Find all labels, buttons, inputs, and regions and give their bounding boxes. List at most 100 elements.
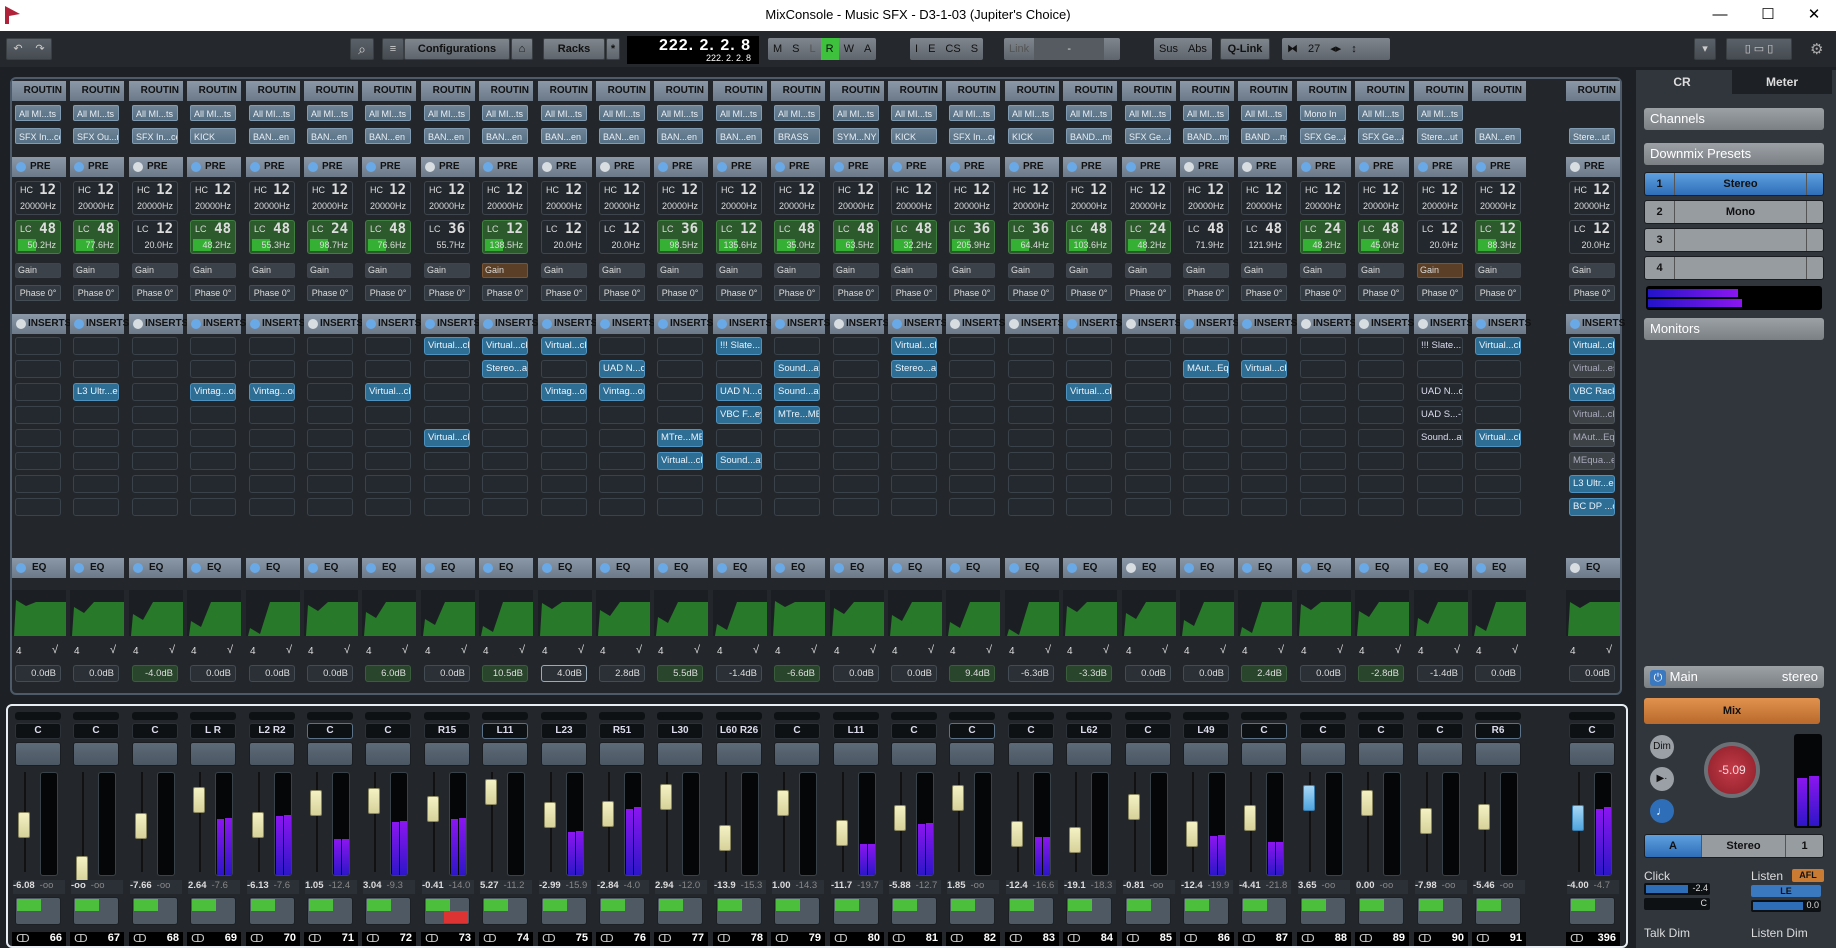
phase-button[interactable]: Phase 0° bbox=[716, 285, 762, 301]
insert-slot[interactable]: Stereo...ay bbox=[482, 360, 528, 378]
eq-curve-display[interactable] bbox=[654, 590, 708, 636]
low-cut-filter[interactable]: LC 24 48.2Hz bbox=[1125, 220, 1171, 254]
phase-button[interactable]: Phase 0° bbox=[1300, 285, 1346, 301]
insert-slot[interactable] bbox=[833, 360, 879, 378]
insert-slot[interactable] bbox=[249, 406, 295, 424]
eq-curve-display[interactable] bbox=[1063, 590, 1117, 636]
routing-input-button[interactable]: All MI...ts bbox=[833, 105, 879, 121]
insert-slot[interactable] bbox=[541, 360, 587, 378]
pre-enable-toggle[interactable] bbox=[1359, 162, 1369, 172]
insert-slot[interactable] bbox=[1125, 360, 1171, 378]
insert-slot[interactable] bbox=[249, 337, 295, 355]
inserts-enable-toggle[interactable] bbox=[658, 319, 668, 329]
phase-button[interactable]: Phase 0° bbox=[774, 285, 820, 301]
routing-output-button[interactable]: BAN...en bbox=[249, 128, 295, 144]
downmix-presets-section[interactable]: Downmix Presets bbox=[1644, 143, 1824, 165]
insert-slot[interactable] bbox=[424, 406, 470, 424]
stereo-link-icon[interactable]: ↀ bbox=[717, 932, 731, 945]
pan-control[interactable]: C bbox=[132, 723, 178, 739]
pre-enable-toggle[interactable] bbox=[717, 162, 727, 172]
insert-slot[interactable]: Sound...ay bbox=[774, 360, 820, 378]
eq-shape-icon[interactable]: √ bbox=[1512, 644, 1518, 656]
monitor-button[interactable] bbox=[484, 899, 508, 911]
insert-slot[interactable]: MAut...Eq bbox=[1569, 429, 1615, 447]
eq-shape-icon[interactable]: √ bbox=[578, 644, 584, 656]
insert-slot[interactable] bbox=[190, 498, 236, 516]
insert-slot[interactable] bbox=[1300, 475, 1346, 493]
insert-slot[interactable] bbox=[716, 475, 762, 493]
insert-slot[interactable] bbox=[599, 406, 645, 424]
mute-solo-buttons[interactable] bbox=[1241, 742, 1287, 766]
pre-gain-slider[interactable]: Gain bbox=[599, 263, 645, 278]
eq-curve-display[interactable] bbox=[421, 590, 475, 636]
insert-slot[interactable] bbox=[774, 498, 820, 516]
insert-slot[interactable] bbox=[249, 475, 295, 493]
monitor-record-buttons[interactable] bbox=[891, 897, 937, 925]
routing-input-button[interactable]: All MI...ts bbox=[1241, 105, 1287, 121]
insert-slot[interactable] bbox=[774, 475, 820, 493]
bypass-sends-button[interactable]: S bbox=[966, 38, 983, 60]
insert-slot[interactable] bbox=[1300, 406, 1346, 424]
pre-gain-slider[interactable]: Gain bbox=[949, 263, 995, 278]
insert-slot[interactable] bbox=[1183, 498, 1229, 516]
eq-shape-icon[interactable]: √ bbox=[1162, 644, 1168, 656]
mute-solo-buttons[interactable] bbox=[599, 742, 645, 766]
insert-slot[interactable] bbox=[132, 406, 178, 424]
insert-slot[interactable] bbox=[307, 360, 353, 378]
pan-control[interactable]: C bbox=[307, 723, 353, 739]
volume-fader[interactable] bbox=[1011, 821, 1023, 847]
insert-slot[interactable]: Virtual...ck bbox=[424, 337, 470, 355]
insert-slot[interactable] bbox=[1241, 475, 1287, 493]
click-pan-slider[interactable]: C bbox=[1644, 898, 1710, 910]
eq-shape-icon[interactable]: √ bbox=[1045, 644, 1051, 656]
search-icon[interactable]: ⌕ bbox=[350, 38, 374, 60]
routing-input-button[interactable]: All MI...ts bbox=[1008, 105, 1054, 121]
high-cut-filter[interactable]: HC 12 20000Hz bbox=[190, 181, 236, 215]
insert-slot[interactable] bbox=[1358, 498, 1404, 516]
insert-slot[interactable] bbox=[891, 452, 937, 470]
insert-slot[interactable] bbox=[1008, 383, 1054, 401]
stereo-link-icon[interactable]: ↀ bbox=[1359, 932, 1373, 945]
insert-slot[interactable] bbox=[1241, 406, 1287, 424]
stereo-link-icon[interactable]: ↀ bbox=[1301, 932, 1315, 945]
insert-slot[interactable] bbox=[132, 452, 178, 470]
eq-enable-toggle[interactable] bbox=[16, 563, 26, 573]
monitor-record-buttons[interactable] bbox=[307, 897, 353, 925]
insert-slot[interactable] bbox=[1008, 452, 1054, 470]
pan-control[interactable]: L49 bbox=[1183, 723, 1229, 739]
volume-fader[interactable] bbox=[427, 796, 439, 822]
pre-gain-slider[interactable]: Gain bbox=[1125, 263, 1171, 278]
mute-solo-buttons[interactable] bbox=[1417, 742, 1463, 766]
pan-control[interactable]: L11 bbox=[833, 723, 879, 739]
insert-slot[interactable]: Virtual...es bbox=[1569, 360, 1615, 378]
stereo-link-icon[interactable]: ↀ bbox=[1126, 932, 1140, 945]
stereo-link-icon[interactable]: ↀ bbox=[366, 932, 380, 945]
routing-input-button[interactable]: All MI...ts bbox=[541, 105, 587, 121]
insert-slot[interactable] bbox=[249, 452, 295, 470]
listen-state-button[interactable]: L bbox=[805, 38, 821, 60]
pre-gain-slider[interactable]: Gain bbox=[73, 263, 119, 278]
pan-control[interactable]: C bbox=[774, 723, 820, 739]
insert-slot[interactable] bbox=[1008, 429, 1054, 447]
volume-fader[interactable] bbox=[719, 825, 731, 851]
insert-slot[interactable] bbox=[1300, 383, 1346, 401]
source-number[interactable]: 1 bbox=[1785, 835, 1823, 857]
insert-slot[interactable] bbox=[482, 498, 528, 516]
monitor-record-buttons[interactable] bbox=[599, 897, 645, 925]
stereo-link-icon[interactable]: ↀ bbox=[658, 932, 672, 945]
inserts-enable-toggle[interactable] bbox=[191, 319, 201, 329]
phase-button[interactable]: Phase 0° bbox=[1183, 285, 1229, 301]
high-cut-filter[interactable]: HC 12 20000Hz bbox=[599, 181, 645, 215]
inserts-enable-toggle[interactable] bbox=[775, 319, 785, 329]
insert-slot[interactable]: UAD S...-T bbox=[1417, 406, 1463, 424]
insert-slot[interactable] bbox=[190, 429, 236, 447]
pre-gain-slider[interactable]: Gain bbox=[1008, 263, 1054, 278]
routing-input-button[interactable]: All MI...ts bbox=[1183, 105, 1229, 121]
mute-solo-buttons[interactable] bbox=[190, 742, 236, 766]
routing-output-button[interactable]: SFX Ge...al bbox=[1125, 128, 1171, 144]
pan-control[interactable]: L2 R2 bbox=[249, 723, 295, 739]
insert-slot[interactable] bbox=[541, 406, 587, 424]
routing-output-button[interactable]: SFX In...ce bbox=[15, 128, 61, 144]
insert-slot[interactable]: Sound...ay bbox=[774, 383, 820, 401]
eq-gain-value[interactable]: 10.5dB bbox=[482, 665, 528, 682]
